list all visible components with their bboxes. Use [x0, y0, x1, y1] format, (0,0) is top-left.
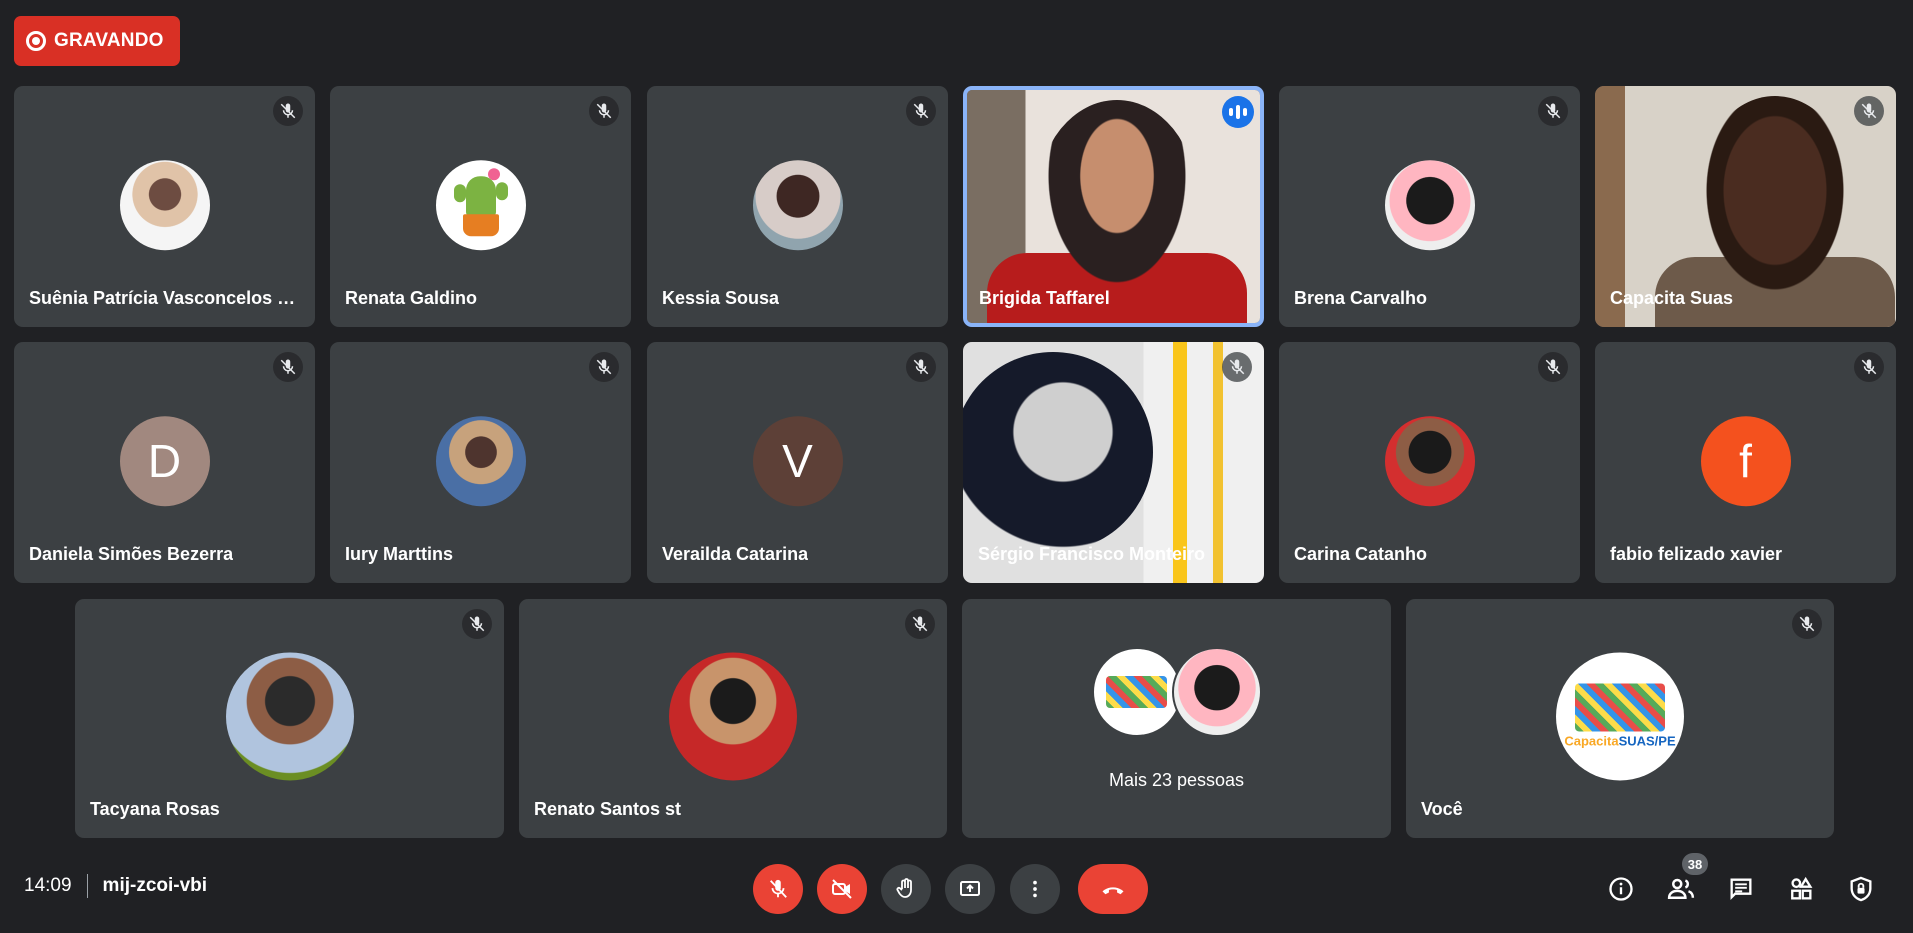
participant-tile[interactable]: Renata Galdino: [330, 86, 631, 327]
participant-name: Brena Carvalho: [1294, 288, 1428, 308]
avatar: [1384, 415, 1475, 506]
mic-off-icon: [770, 879, 787, 898]
mic-off-icon: [589, 96, 619, 126]
mic-off-icon: [1538, 352, 1568, 382]
participant-name: Carina Catanho: [1294, 544, 1428, 564]
people-button[interactable]: [1662, 870, 1700, 908]
capacita-logo-avatar: CapacitaSUAS/PE: [1556, 651, 1684, 780]
avatar: [435, 415, 526, 506]
participant-name: Suênia Patrícia Vasconcelos M...: [29, 288, 299, 308]
more-participants-tile[interactable]: Mais 23 pessoas: [962, 599, 1391, 838]
mic-off-icon: [1538, 96, 1568, 126]
participant-video-tile[interactable]: Sérgio Francisco Monteiro: [963, 342, 1264, 583]
logo-text: CapacitaSUAS/PE: [1564, 733, 1676, 749]
more-participants-label: Mais 23 pessoas: [1108, 770, 1245, 790]
video-feed: [1037, 100, 1197, 300]
participant-name: Iury Marttins: [345, 544, 454, 564]
info-icon: [1609, 877, 1633, 901]
camera-off-icon: [832, 879, 852, 899]
participant-tile[interactable]: Renato Santos st: [519, 599, 947, 838]
mic-off-icon: [906, 352, 936, 382]
participant-video-tile[interactable]: Brigida Taffarel: [963, 86, 1264, 327]
cactus-avatar: [435, 159, 526, 250]
mic-toggle-button[interactable]: [753, 864, 803, 914]
speaking-indicator-icon: [1222, 96, 1254, 128]
meeting-details: 14:09 mij-zcoi-vbi: [24, 874, 207, 898]
avatar: [1384, 159, 1475, 250]
participant-tile[interactable]: D Daniela Simões Bezerra: [14, 342, 315, 583]
participant-count-badge: 38: [1682, 853, 1708, 875]
more-options-icon: [1033, 880, 1037, 898]
participant-video-tile[interactable]: Capacita Suas: [1595, 86, 1896, 327]
activities-icon: [1791, 876, 1813, 900]
mic-off-icon: [1792, 609, 1822, 639]
avatar-initial: V: [752, 415, 843, 506]
people-icon: [1667, 878, 1695, 899]
participant-name: Renata Galdino: [345, 288, 478, 308]
mic-off-icon: [1222, 352, 1252, 382]
participant-name: Você: [1421, 799, 1463, 819]
participant-name: Daniela Simões Bezerra: [29, 544, 234, 564]
recording-label: GRAVANDO: [54, 30, 164, 51]
avatar: [752, 159, 843, 250]
avatar: [669, 651, 797, 780]
participant-tile[interactable]: V Verailda Catarina: [647, 342, 948, 583]
participant-name: Tacyana Rosas: [90, 799, 220, 819]
end-call-icon: [1102, 887, 1124, 895]
participant-name: fabio felizado xavier: [1610, 544, 1783, 564]
more-participants-avatars: [1091, 647, 1262, 737]
participant-name: Kessia Sousa: [662, 288, 780, 308]
participant-tile[interactable]: Iury Marttins: [330, 342, 631, 583]
recording-indicator[interactable]: GRAVANDO: [14, 16, 180, 66]
mic-off-icon: [1854, 352, 1884, 382]
host-controls-icon: [1850, 876, 1872, 902]
mic-off-icon: [905, 609, 935, 639]
avatar: [119, 159, 210, 250]
mic-off-icon: [273, 352, 303, 382]
divider: [86, 874, 88, 898]
host-controls-button[interactable]: [1842, 870, 1880, 908]
participant-name: Verailda Catarina: [662, 544, 809, 564]
mic-off-icon: [1854, 96, 1884, 126]
clock-time: 14:09: [24, 875, 72, 896]
participant-name: Sérgio Francisco Monteiro: [978, 544, 1206, 564]
mic-off-icon: [906, 96, 936, 126]
video-feed: [1695, 96, 1855, 306]
participant-tile[interactable]: Suênia Patrícia Vasconcelos M...: [14, 86, 315, 327]
activities-button[interactable]: [1782, 870, 1820, 908]
meeting-info-button[interactable]: [1602, 870, 1640, 908]
avatar-initial: f: [1700, 415, 1791, 506]
participant-tile[interactable]: Tacyana Rosas: [75, 599, 504, 838]
raise-hand-button[interactable]: [881, 864, 931, 914]
participant-tile[interactable]: Carina Catanho: [1279, 342, 1580, 583]
more-options-button[interactable]: [1010, 864, 1060, 914]
capacita-logo-avatar: [1091, 647, 1182, 737]
raise-hand-icon: [896, 878, 912, 898]
present-icon: [960, 881, 980, 896]
mic-off-icon: [462, 609, 492, 639]
participant-name: Renato Santos st: [534, 799, 682, 819]
camera-toggle-button[interactable]: [817, 864, 867, 914]
self-tile[interactable]: CapacitaSUAS/PE Você: [1406, 599, 1834, 838]
chat-icon: [1730, 878, 1752, 900]
participant-tile[interactable]: f fabio felizado xavier: [1595, 342, 1896, 583]
end-call-button[interactable]: [1078, 864, 1148, 914]
avatar: [225, 651, 354, 780]
mic-off-icon: [273, 96, 303, 126]
mic-off-icon: [589, 352, 619, 382]
participant-tile[interactable]: Brena Carvalho: [1279, 86, 1580, 327]
chat-button[interactable]: [1722, 870, 1760, 908]
meeting-code[interactable]: mij-zcoi-vbi: [103, 875, 208, 897]
participant-tile[interactable]: Kessia Sousa: [647, 86, 948, 327]
avatar-initial: D: [119, 415, 210, 506]
avatar: [1171, 647, 1262, 737]
record-icon: [26, 31, 46, 51]
participant-name: Brigida Taffarel: [979, 288, 1110, 308]
participant-name: Capacita Suas: [1610, 288, 1734, 308]
present-screen-button[interactable]: [945, 864, 995, 914]
